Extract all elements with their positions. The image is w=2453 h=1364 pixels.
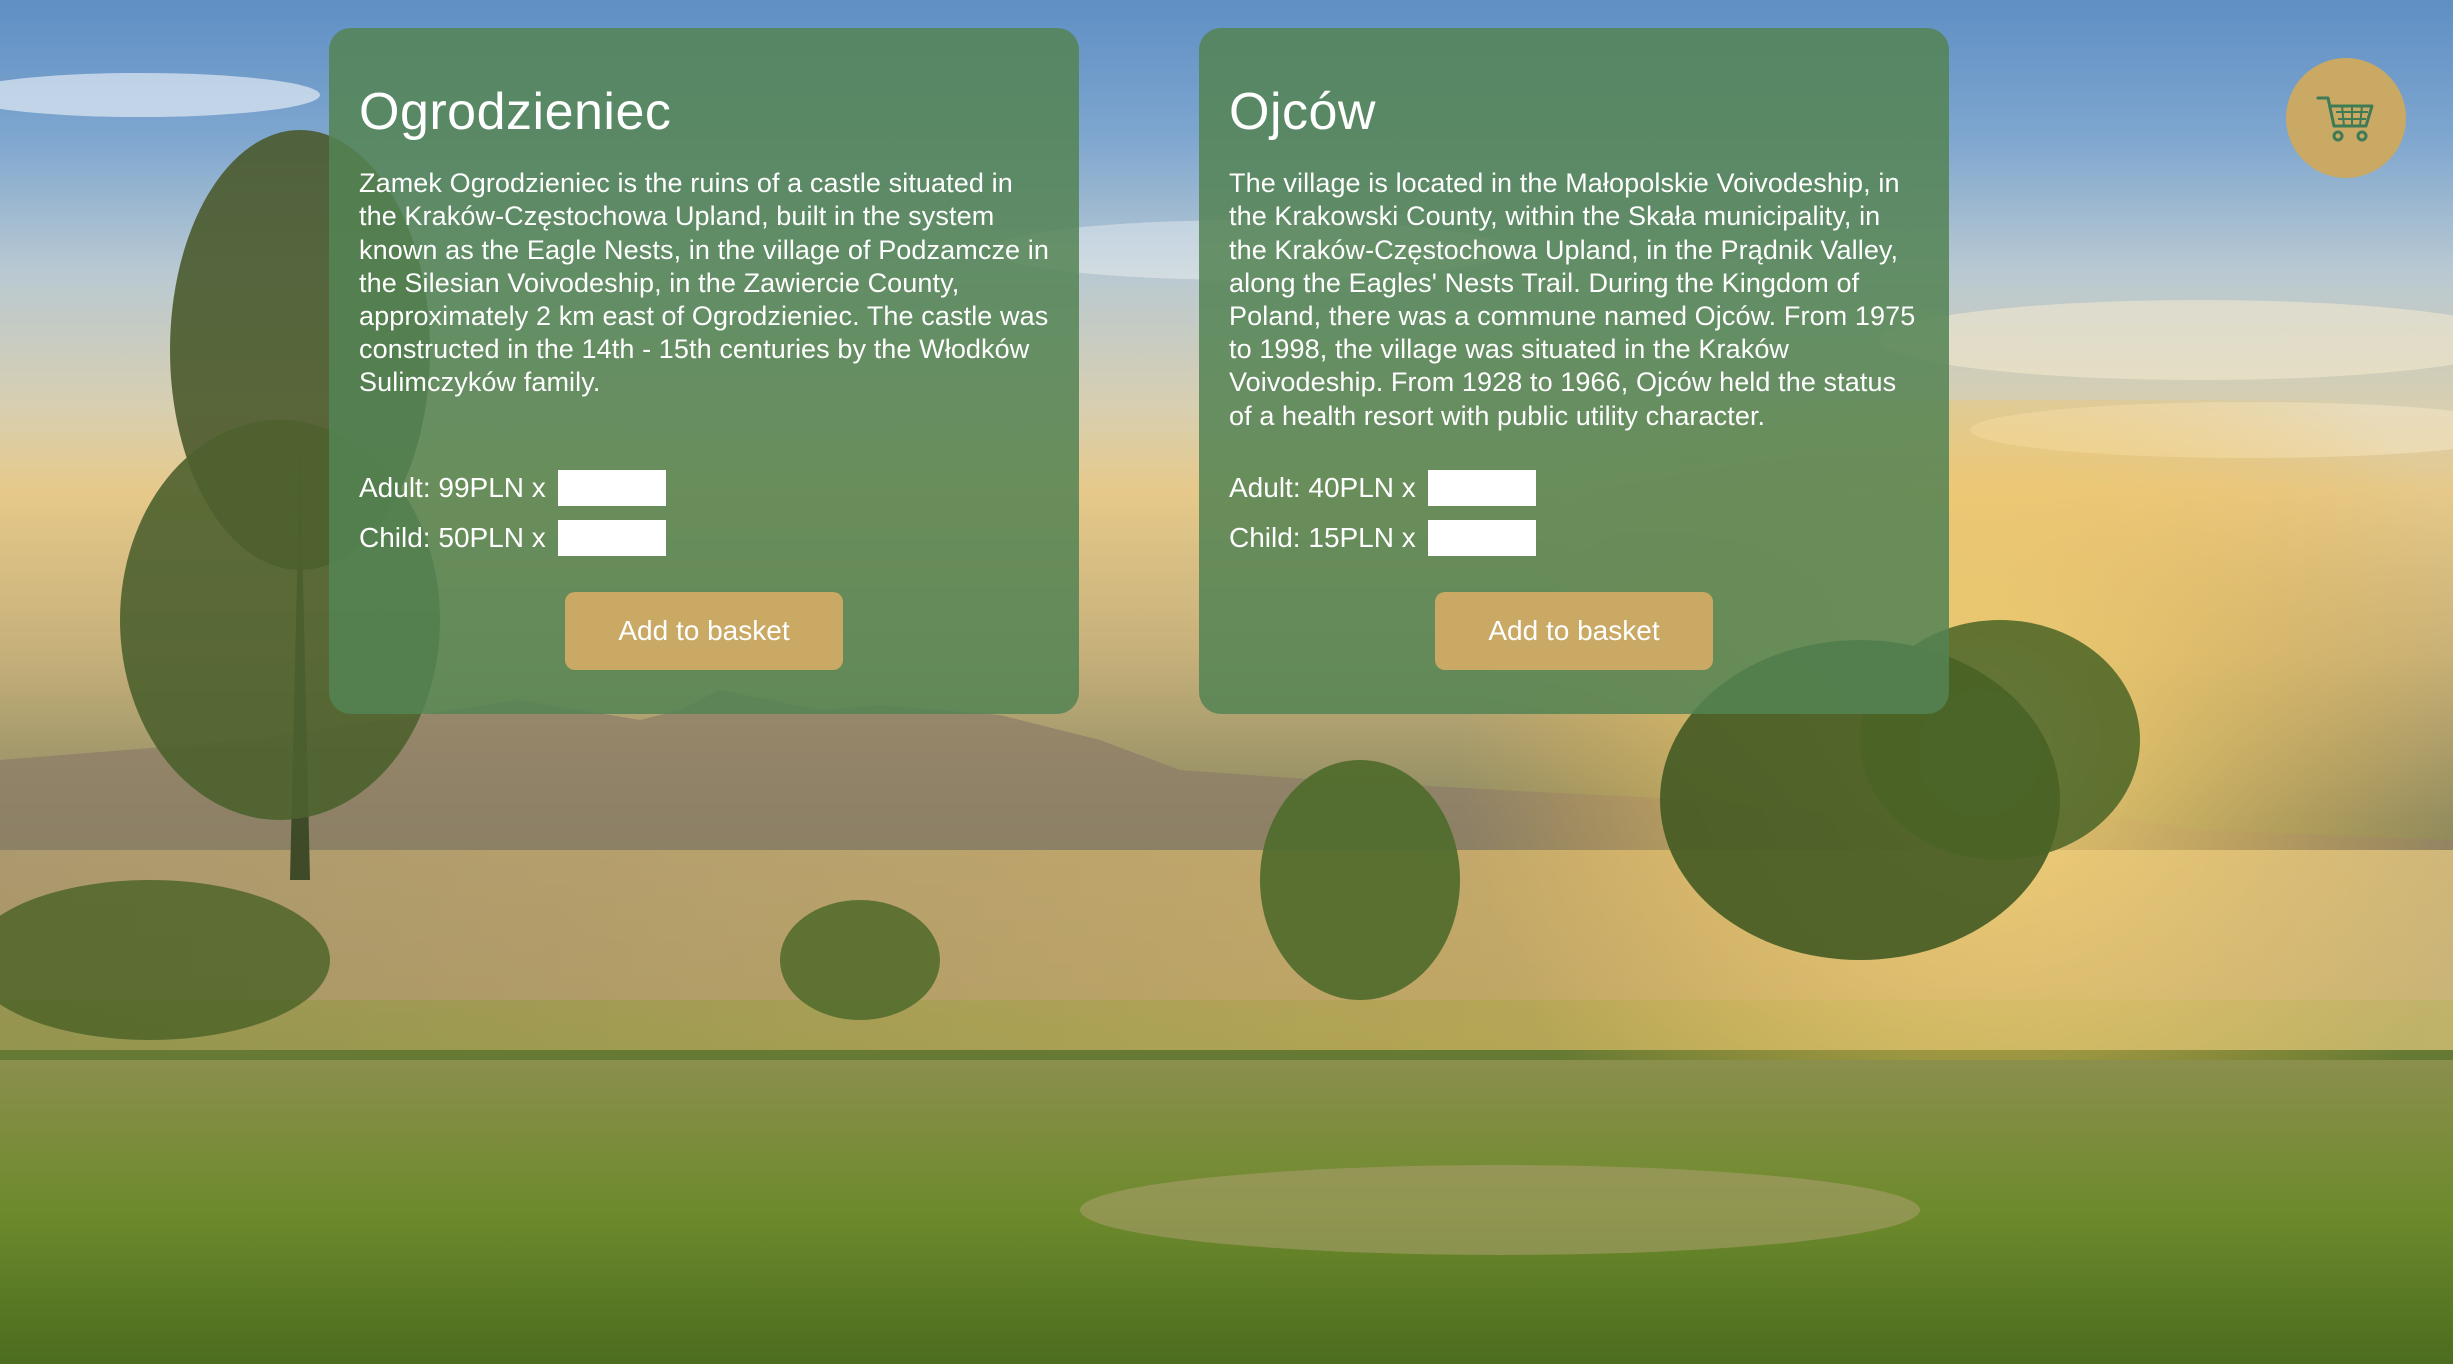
tour-card-ojcow: Ojców The village is located in the Mało… [1199, 28, 1949, 714]
add-to-basket-button[interactable]: Add to basket [565, 592, 843, 670]
child-price-label: Child: 15PLN x [1229, 522, 1416, 554]
add-to-basket-button[interactable]: Add to basket [1435, 592, 1713, 670]
adult-quantity-input[interactable] [557, 470, 666, 507]
shopping-cart-icon [2316, 96, 2374, 142]
card-description: Zamek Ogrodzieniec is the ruins of a cas… [359, 168, 1049, 398]
child-price-row: Child: 50PLN x [359, 513, 1049, 563]
adult-quantity-input[interactable] [1427, 470, 1536, 507]
card-description: The village is located in the Małopolski… [1229, 168, 1916, 431]
child-price-label: Child: 50PLN x [359, 522, 546, 554]
tour-card-ogrodzieniec: Ogrodzieniec Zamek Ogrodzieniec is the r… [329, 28, 1079, 714]
child-quantity-input[interactable] [1427, 520, 1536, 557]
card-title: Ogrodzieniec [359, 83, 672, 141]
child-price-row: Child: 15PLN x [1229, 513, 1919, 563]
adult-price-label: Adult: 40PLN x [1229, 472, 1416, 504]
adult-price-row: Adult: 99PLN x [359, 463, 1049, 513]
adult-price-row: Adult: 40PLN x [1229, 463, 1919, 513]
cart-button[interactable] [2286, 58, 2406, 178]
page-background: Ogrodzieniec Zamek Ogrodzieniec is the r… [0, 0, 2453, 1364]
adult-price-label: Adult: 99PLN x [359, 472, 546, 504]
child-quantity-input[interactable] [557, 520, 666, 557]
card-title: Ojców [1229, 83, 1376, 141]
